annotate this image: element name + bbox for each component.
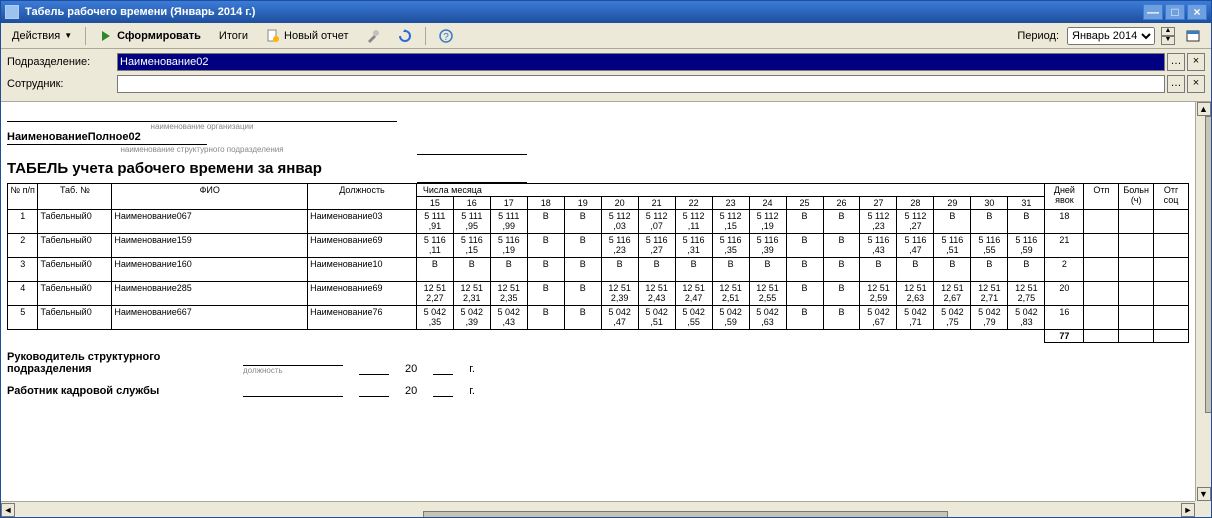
employee-field[interactable] <box>117 75 1165 93</box>
table-row: 3Табельный0Наименование160Наименование10… <box>8 258 1189 282</box>
col-tab-num: Таб. № <box>38 184 112 210</box>
day-header: 31 <box>1008 197 1045 210</box>
day-header: 26 <box>823 197 860 210</box>
col-dayoff: Отг соц <box>1154 184 1189 210</box>
day-header: 22 <box>675 197 712 210</box>
toolbar: Действия ▼ Сформировать Итоги Новый отче… <box>1 23 1211 49</box>
close-button[interactable]: × <box>1187 4 1207 20</box>
help-button[interactable]: ? <box>432 26 460 46</box>
signature-pos-caption: должность <box>243 366 343 375</box>
day-header: 18 <box>527 197 564 210</box>
department-field[interactable] <box>117 53 1165 71</box>
col-sick: Больн (ч) <box>1119 184 1154 210</box>
minimize-button[interactable]: — <box>1143 4 1163 20</box>
titlebar: Табель рабочего времени (Январь 2014 г.)… <box>1 1 1211 23</box>
help-icon: ? <box>439 29 453 43</box>
app-icon <box>5 5 19 19</box>
signature-head-label: Руководитель структурного подразделения <box>7 351 227 375</box>
department-clear-button[interactable]: × <box>1187 53 1205 71</box>
day-header: 17 <box>490 197 527 210</box>
svg-text:?: ? <box>444 32 450 43</box>
signature-hr-label: Работник кадровой службы <box>7 385 227 397</box>
department-label: Подразделение: <box>7 56 117 68</box>
period-calendar-button[interactable] <box>1179 26 1207 46</box>
day-header: 25 <box>786 197 823 210</box>
calendar-icon <box>1186 29 1200 43</box>
day-header: 23 <box>712 197 749 210</box>
maximize-button[interactable]: □ <box>1165 4 1185 20</box>
report-viewport: наименование организации НаименованиеПол… <box>1 102 1195 501</box>
vertical-scrollbar[interactable]: ▲ ▼ <box>1195 102 1211 501</box>
period-select[interactable]: Январь 2014 <box>1067 27 1155 45</box>
day-header: 27 <box>860 197 897 210</box>
report-title: ТАБЕЛЬ учета рабочего времени за январ <box>7 160 397 177</box>
day-header: 15 <box>416 197 453 210</box>
org-full-name: НаименованиеПолное02 <box>7 131 207 145</box>
refresh-button[interactable] <box>391 26 419 46</box>
day-header: 24 <box>749 197 786 210</box>
play-icon <box>99 29 113 43</box>
window-title: Табель рабочего времени (Январь 2014 г.) <box>25 6 1141 18</box>
timesheet-table: № п/п Таб. № ФИО Должность Числа месяца … <box>7 183 1189 343</box>
wrench-icon <box>366 29 380 43</box>
table-row: 1Табельный0Наименование067Наименование03… <box>8 210 1189 234</box>
table-row: 5Табельный0Наименование667Наименование76… <box>8 306 1189 330</box>
scroll-right-button[interactable]: ► <box>1181 503 1195 517</box>
dept-caption: наименование структурного подразделения <box>7 145 397 154</box>
org-caption: наименование организации <box>7 122 397 131</box>
new-report-button[interactable]: Новый отчет <box>259 26 355 46</box>
col-days-attended: Дней явок <box>1045 184 1084 210</box>
scroll-up-button[interactable]: ▲ <box>1197 102 1211 116</box>
period-label: Период: <box>1017 30 1063 42</box>
scroll-left-button[interactable]: ◄ <box>1 503 15 517</box>
table-row: 2Табельный0Наименование159Наименование69… <box>8 234 1189 258</box>
period-down[interactable]: ▼ <box>1161 36 1175 45</box>
refresh-icon <box>398 29 412 43</box>
total-days: 77 <box>1045 330 1084 343</box>
table-row: 4Табельный0Наименование285Наименование69… <box>8 282 1189 306</box>
filters-panel: Подразделение: … × Сотрудник: … × <box>1 49 1211 102</box>
col-position: Должность <box>308 184 417 210</box>
horizontal-scrollbar[interactable]: ◄ ► <box>1 501 1195 517</box>
col-number: № п/п <box>8 184 38 210</box>
department-input[interactable] <box>118 54 1164 70</box>
totals-button[interactable]: Итоги <box>212 27 255 45</box>
day-header: 30 <box>971 197 1008 210</box>
col-month-days: Числа месяца <box>416 184 1044 197</box>
new-report-icon <box>266 29 280 43</box>
day-header: 28 <box>897 197 934 210</box>
employee-input[interactable] <box>118 76 1164 92</box>
col-fio: ФИО <box>112 184 308 210</box>
employee-clear-button[interactable]: × <box>1187 75 1205 93</box>
day-header: 20 <box>601 197 638 210</box>
day-header: 19 <box>564 197 601 210</box>
config-button[interactable] <box>359 26 387 46</box>
col-vacation: Отп <box>1084 184 1119 210</box>
employee-pick-button[interactable]: … <box>1167 75 1185 93</box>
day-header: 16 <box>453 197 490 210</box>
employee-label: Сотрудник: <box>7 78 117 90</box>
day-header: 29 <box>934 197 971 210</box>
department-pick-button[interactable]: … <box>1167 53 1185 71</box>
period-up[interactable]: ▲ <box>1161 27 1175 36</box>
actions-menu[interactable]: Действия ▼ <box>5 27 79 45</box>
day-header: 21 <box>638 197 675 210</box>
form-button[interactable]: Сформировать <box>92 26 208 46</box>
scroll-down-button[interactable]: ▼ <box>1197 487 1211 501</box>
